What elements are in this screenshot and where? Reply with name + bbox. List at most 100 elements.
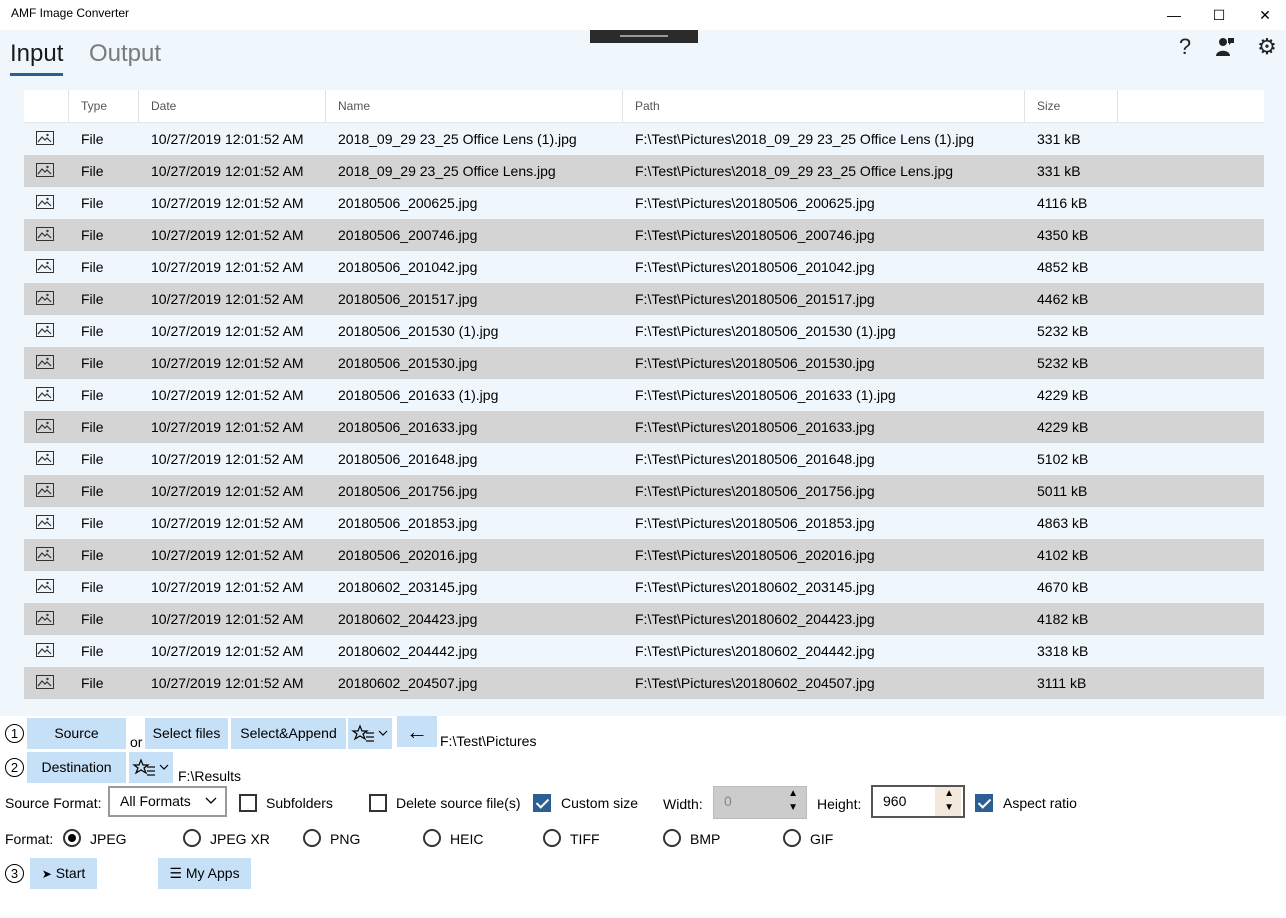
image-file-icon	[36, 195, 54, 209]
table-row[interactable]: File 10/27/2019 12:01:52 AM 20180506_20163…	[24, 379, 1264, 411]
table-row[interactable]: File 10/27/2019 12:01:52 AM 20180506_20153…	[24, 315, 1264, 347]
table-row[interactable]: File 10/27/2019 12:01:52 AM 20180506_20163…	[24, 411, 1264, 443]
table-row[interactable]: File 10/27/2019 12:01:52 AM 2018_09_29 23_…	[24, 123, 1264, 155]
account-icon[interactable]	[1212, 34, 1238, 60]
destination-favorites-button[interactable]	[129, 752, 173, 783]
source-button[interactable]: Source	[27, 718, 126, 749]
cell-name: 20180506_200746.jpg	[338, 227, 478, 243]
header-icon[interactable]	[24, 90, 69, 122]
drag-handle[interactable]	[590, 30, 698, 43]
table-row[interactable]: File 10/27/2019 12:01:52 AM 2018_09_29 23_…	[24, 155, 1264, 187]
format-radio-heic[interactable]	[423, 829, 441, 847]
format-radio-tiff[interactable]	[543, 829, 561, 847]
cell-path: F:\Test\Pictures\20180506_201633.jpg	[635, 419, 875, 435]
back-button[interactable]: ←	[397, 716, 437, 747]
format-radio-bmp[interactable]	[663, 829, 681, 847]
table-row[interactable]: File 10/27/2019 12:01:52 AM 20180506_20074…	[24, 219, 1264, 251]
header-date[interactable]: Date	[139, 90, 326, 122]
cell-type: File	[81, 131, 104, 147]
subfolders-checkbox[interactable]	[239, 794, 257, 812]
height-down-icon[interactable]: ▼	[944, 793, 954, 822]
table-row[interactable]: File 10/27/2019 12:01:52 AM 20180506_20164…	[24, 443, 1264, 475]
window-title: AMF Image Converter	[11, 6, 130, 20]
height-input[interactable]: 960 ▲ ▼	[871, 785, 965, 818]
source-format-select[interactable]: All Formats	[108, 786, 227, 817]
tab-output[interactable]: Output	[89, 40, 161, 68]
send-arrow-icon: ➤	[41, 867, 52, 881]
image-file-icon	[36, 451, 54, 465]
table-row[interactable]: File 10/27/2019 12:01:52 AM 20180506_20201…	[24, 539, 1264, 571]
cell-path: F:\Test\Pictures\20180506_201530.jpg	[635, 355, 875, 371]
table-row[interactable]: File 10/27/2019 12:01:52 AM 20180506_20104…	[24, 251, 1264, 283]
table-row[interactable]: File 10/27/2019 12:01:52 AM 20180506_20175…	[24, 475, 1264, 507]
table-row[interactable]: File 10/27/2019 12:01:52 AM 20180506_20185…	[24, 507, 1264, 539]
image-file-icon	[36, 483, 54, 497]
header-name[interactable]: Name	[326, 90, 623, 122]
cell-name: 20180506_201517.jpg	[338, 291, 478, 307]
custom-size-checkbox[interactable]	[533, 794, 551, 812]
table-row[interactable]: File 10/27/2019 12:01:52 AM 20180602_20444…	[24, 635, 1264, 667]
format-radio-png[interactable]	[303, 829, 321, 847]
source-path-label: F:\Test\Pictures	[440, 733, 537, 749]
cell-size: 5102 kB	[1037, 451, 1089, 467]
cell-type: File	[81, 355, 104, 371]
delete-source-checkbox[interactable]	[369, 794, 387, 812]
cell-type: File	[81, 323, 104, 339]
cell-size: 5232 kB	[1037, 355, 1089, 371]
help-icon[interactable]: ?	[1172, 34, 1198, 60]
close-button[interactable]: ✕	[1242, 0, 1286, 30]
table-row[interactable]: File 10/27/2019 12:01:52 AM 20180506_20062…	[24, 187, 1264, 219]
minimize-button[interactable]: —	[1151, 0, 1197, 30]
format-radio-gif[interactable]	[783, 829, 801, 847]
cell-date: 10/27/2019 12:01:52 AM	[151, 675, 304, 691]
select-files-button[interactable]: Select files	[145, 718, 228, 749]
width-input[interactable]: 0 ▲ ▼	[713, 786, 807, 819]
cell-type: File	[81, 163, 104, 179]
cell-name: 20180602_203145.jpg	[338, 579, 478, 595]
or-label: or	[130, 734, 143, 750]
format-radio-jpeg[interactable]	[63, 829, 81, 847]
start-button[interactable]: ➤ Start	[30, 858, 97, 889]
source-format-label: Source Format:	[5, 795, 102, 811]
header-type[interactable]: Type	[69, 90, 139, 122]
select-append-button[interactable]: Select&Append	[231, 718, 346, 749]
aspect-ratio-label: Aspect ratio	[1003, 795, 1077, 811]
cell-path: F:\Test\Pictures\20180506_200625.jpg	[635, 195, 875, 211]
format-radio-jpeg-xr[interactable]	[183, 829, 201, 847]
cell-date: 10/27/2019 12:01:52 AM	[151, 451, 304, 467]
table-row[interactable]: File 10/27/2019 12:01:52 AM 20180602_20450…	[24, 667, 1264, 699]
cell-name: 20180506_201633.jpg	[338, 419, 478, 435]
cell-name: 20180506_201648.jpg	[338, 451, 478, 467]
header-path[interactable]: Path	[623, 90, 1025, 122]
header-size[interactable]: Size	[1025, 90, 1118, 122]
my-apps-button[interactable]: ☰ My Apps	[158, 858, 251, 889]
cell-date: 10/27/2019 12:01:52 AM	[151, 483, 304, 499]
format-label-png: PNG	[330, 831, 361, 847]
table-row[interactable]: File 10/27/2019 12:01:52 AM 20180506_20153…	[24, 347, 1264, 379]
cell-size: 5011 kB	[1037, 483, 1088, 499]
image-file-icon	[36, 611, 54, 625]
maximize-button[interactable]: ☐	[1196, 0, 1242, 30]
settings-icon[interactable]: ⚙	[1254, 34, 1280, 60]
destination-button[interactable]: Destination	[27, 752, 126, 783]
subfolders-label: Subfolders	[266, 795, 333, 811]
table-row[interactable]: File 10/27/2019 12:01:52 AM 20180602_20442…	[24, 603, 1264, 635]
cell-date: 10/27/2019 12:01:52 AM	[151, 195, 304, 211]
cell-type: File	[81, 611, 104, 627]
cell-type: File	[81, 259, 104, 275]
cell-type: File	[81, 291, 104, 307]
cell-size: 5232 kB	[1037, 323, 1089, 339]
width-down-icon[interactable]: ▼	[788, 793, 798, 822]
aspect-ratio-checkbox[interactable]	[975, 794, 993, 812]
table-row[interactable]: File 10/27/2019 12:01:52 AM 20180602_20314…	[24, 571, 1264, 603]
cell-date: 10/27/2019 12:01:52 AM	[151, 355, 304, 371]
cell-type: File	[81, 451, 104, 467]
image-file-icon	[36, 515, 54, 529]
table-row[interactable]: File 10/27/2019 12:01:52 AM 20180506_20151…	[24, 283, 1264, 315]
tab-input[interactable]: Input	[10, 40, 64, 76]
favorites-dropdown-button[interactable]	[348, 718, 392, 749]
cell-path: F:\Test\Pictures\20180602_203145.jpg	[635, 579, 875, 595]
cell-path: F:\Test\Pictures\20180506_201648.jpg	[635, 451, 875, 467]
image-file-icon	[36, 355, 54, 369]
format-label-jpeg: JPEG	[90, 831, 127, 847]
